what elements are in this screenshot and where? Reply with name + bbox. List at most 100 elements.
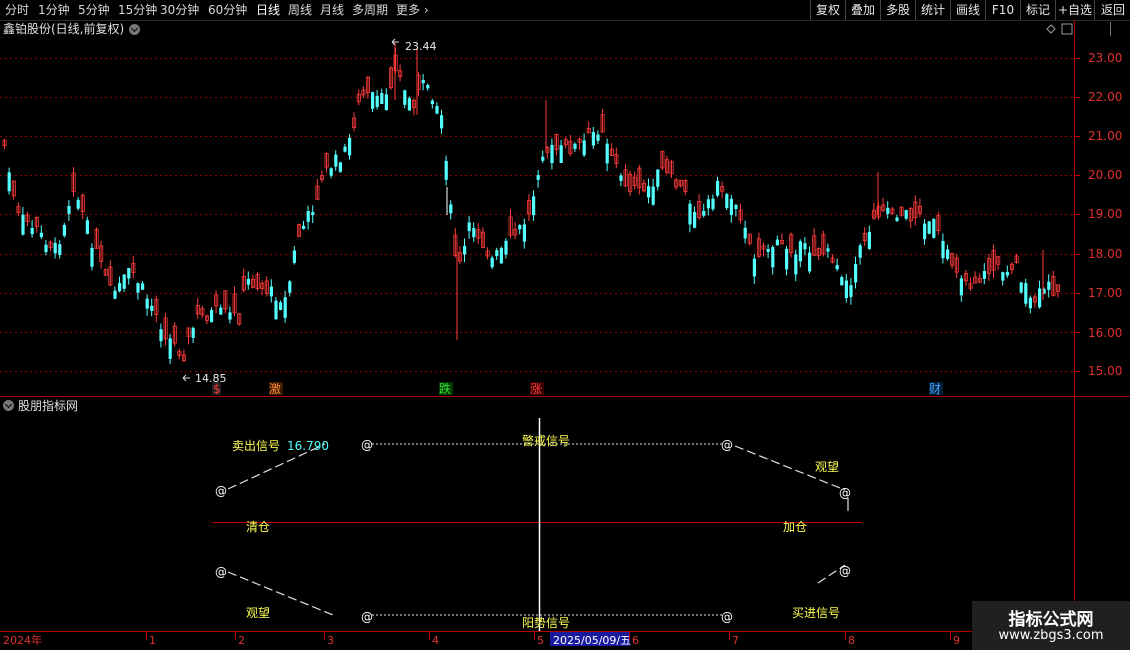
candle-body — [1024, 283, 1028, 304]
time-label: 8 — [848, 634, 855, 647]
candle-body — [1038, 288, 1042, 308]
time-label: 9 — [953, 634, 960, 647]
candle-body — [591, 132, 595, 146]
candle-body — [343, 146, 347, 152]
candle-body — [407, 98, 411, 111]
watch-bottom-label: 观望 — [246, 606, 270, 620]
candle-body — [854, 264, 858, 283]
candle-body — [228, 312, 232, 320]
time-label: 1 — [149, 634, 156, 647]
candle-body — [647, 186, 651, 198]
candle-body — [421, 79, 425, 84]
low-marker: 14.85 — [195, 372, 227, 385]
candle-body — [1047, 281, 1051, 290]
candle-body — [927, 221, 931, 234]
candle-body — [946, 249, 950, 259]
candle-body — [449, 204, 453, 214]
candle-body — [246, 278, 250, 285]
candle-body — [702, 210, 706, 216]
watermark-title: 指标公式网 — [1008, 610, 1094, 630]
candle-body — [141, 283, 145, 290]
candle-body — [693, 212, 697, 228]
sell-signal-value: 16.790 — [287, 439, 329, 453]
candle-body — [904, 210, 908, 219]
cursor-date: 2025/05/09/五 — [553, 634, 631, 647]
candle-body — [895, 217, 899, 221]
price-label: 20.00 — [1088, 168, 1122, 182]
candle-body — [472, 228, 476, 238]
candle-body — [688, 203, 692, 225]
candle-body — [771, 247, 775, 268]
high-marker: 23.44 — [405, 40, 437, 53]
candle-body — [840, 277, 844, 286]
candle-body — [596, 134, 600, 141]
candle-body — [982, 270, 986, 279]
time-label: 7 — [732, 634, 739, 647]
candle-body — [279, 302, 283, 310]
candle-body — [1019, 282, 1023, 293]
event-tag-finance[interactable]: 财 — [929, 382, 941, 396]
candle-body — [803, 243, 807, 250]
candle-body — [191, 327, 195, 338]
candle-body — [651, 186, 655, 205]
candle-body — [338, 162, 342, 172]
diamond-icon[interactable] — [1046, 24, 1056, 34]
candle-body — [53, 242, 57, 254]
price-label: 16.00 — [1088, 326, 1122, 340]
candle-body — [536, 175, 540, 180]
candle-body — [522, 224, 526, 242]
candle-body — [118, 282, 122, 292]
candle-body — [210, 310, 214, 323]
candle-body — [582, 140, 586, 156]
event-tag-up[interactable]: 涨 — [530, 381, 542, 396]
candle-body — [444, 160, 448, 180]
candle-body — [435, 106, 439, 114]
candle-body — [835, 265, 839, 270]
price-label: 23.00 — [1088, 51, 1122, 65]
candle-body — [371, 92, 375, 109]
price-label: 22.00 — [1088, 90, 1122, 104]
candle-body — [274, 300, 278, 320]
time-label: 2 — [238, 634, 245, 647]
chevron-down-icon[interactable] — [3, 400, 14, 411]
window-icon[interactable] — [1061, 23, 1073, 35]
signal-marker: @ — [721, 438, 733, 452]
candle-body — [348, 137, 352, 156]
candle-body — [403, 90, 407, 105]
candle-body — [867, 231, 871, 249]
candle-body — [62, 224, 66, 236]
candle-body — [959, 278, 963, 296]
candle-body — [729, 198, 733, 216]
candle-body — [306, 211, 310, 222]
candle-body — [426, 84, 430, 89]
candle-body — [58, 244, 62, 256]
candle-body — [605, 143, 609, 164]
candle-body — [384, 94, 388, 111]
candle-body — [467, 222, 471, 232]
candle-body — [168, 338, 172, 359]
candle-body — [725, 194, 729, 209]
candle-body — [766, 248, 770, 253]
kline-chart-canvas: 23.00 22.00 21.00 20.00 19.00 18.00 17.0… — [0, 20, 1130, 647]
candle-body — [67, 205, 71, 214]
signal-marker: @ — [839, 486, 851, 500]
candle-body — [794, 254, 798, 275]
candle-body — [495, 250, 499, 257]
candle-body — [932, 218, 936, 238]
event-tag-down[interactable]: 跌 — [439, 381, 451, 396]
candle-body — [844, 280, 848, 299]
watch-top-label: 观望 — [815, 460, 839, 474]
candle-body — [302, 225, 306, 229]
price-label: 15.00 — [1088, 364, 1122, 378]
time-label: 3 — [327, 634, 334, 647]
event-tag-surge[interactable]: 激 — [269, 382, 281, 396]
candle-body — [550, 144, 554, 164]
price-label: 18.00 — [1088, 247, 1122, 261]
candle-body — [656, 169, 660, 187]
event-tag-dollar[interactable]: $ — [213, 382, 221, 396]
candle-body — [752, 258, 756, 277]
add-position-label: 加仓 — [783, 520, 807, 534]
candle-body — [145, 298, 149, 309]
candle-body — [504, 240, 508, 255]
candle-body — [798, 241, 802, 262]
